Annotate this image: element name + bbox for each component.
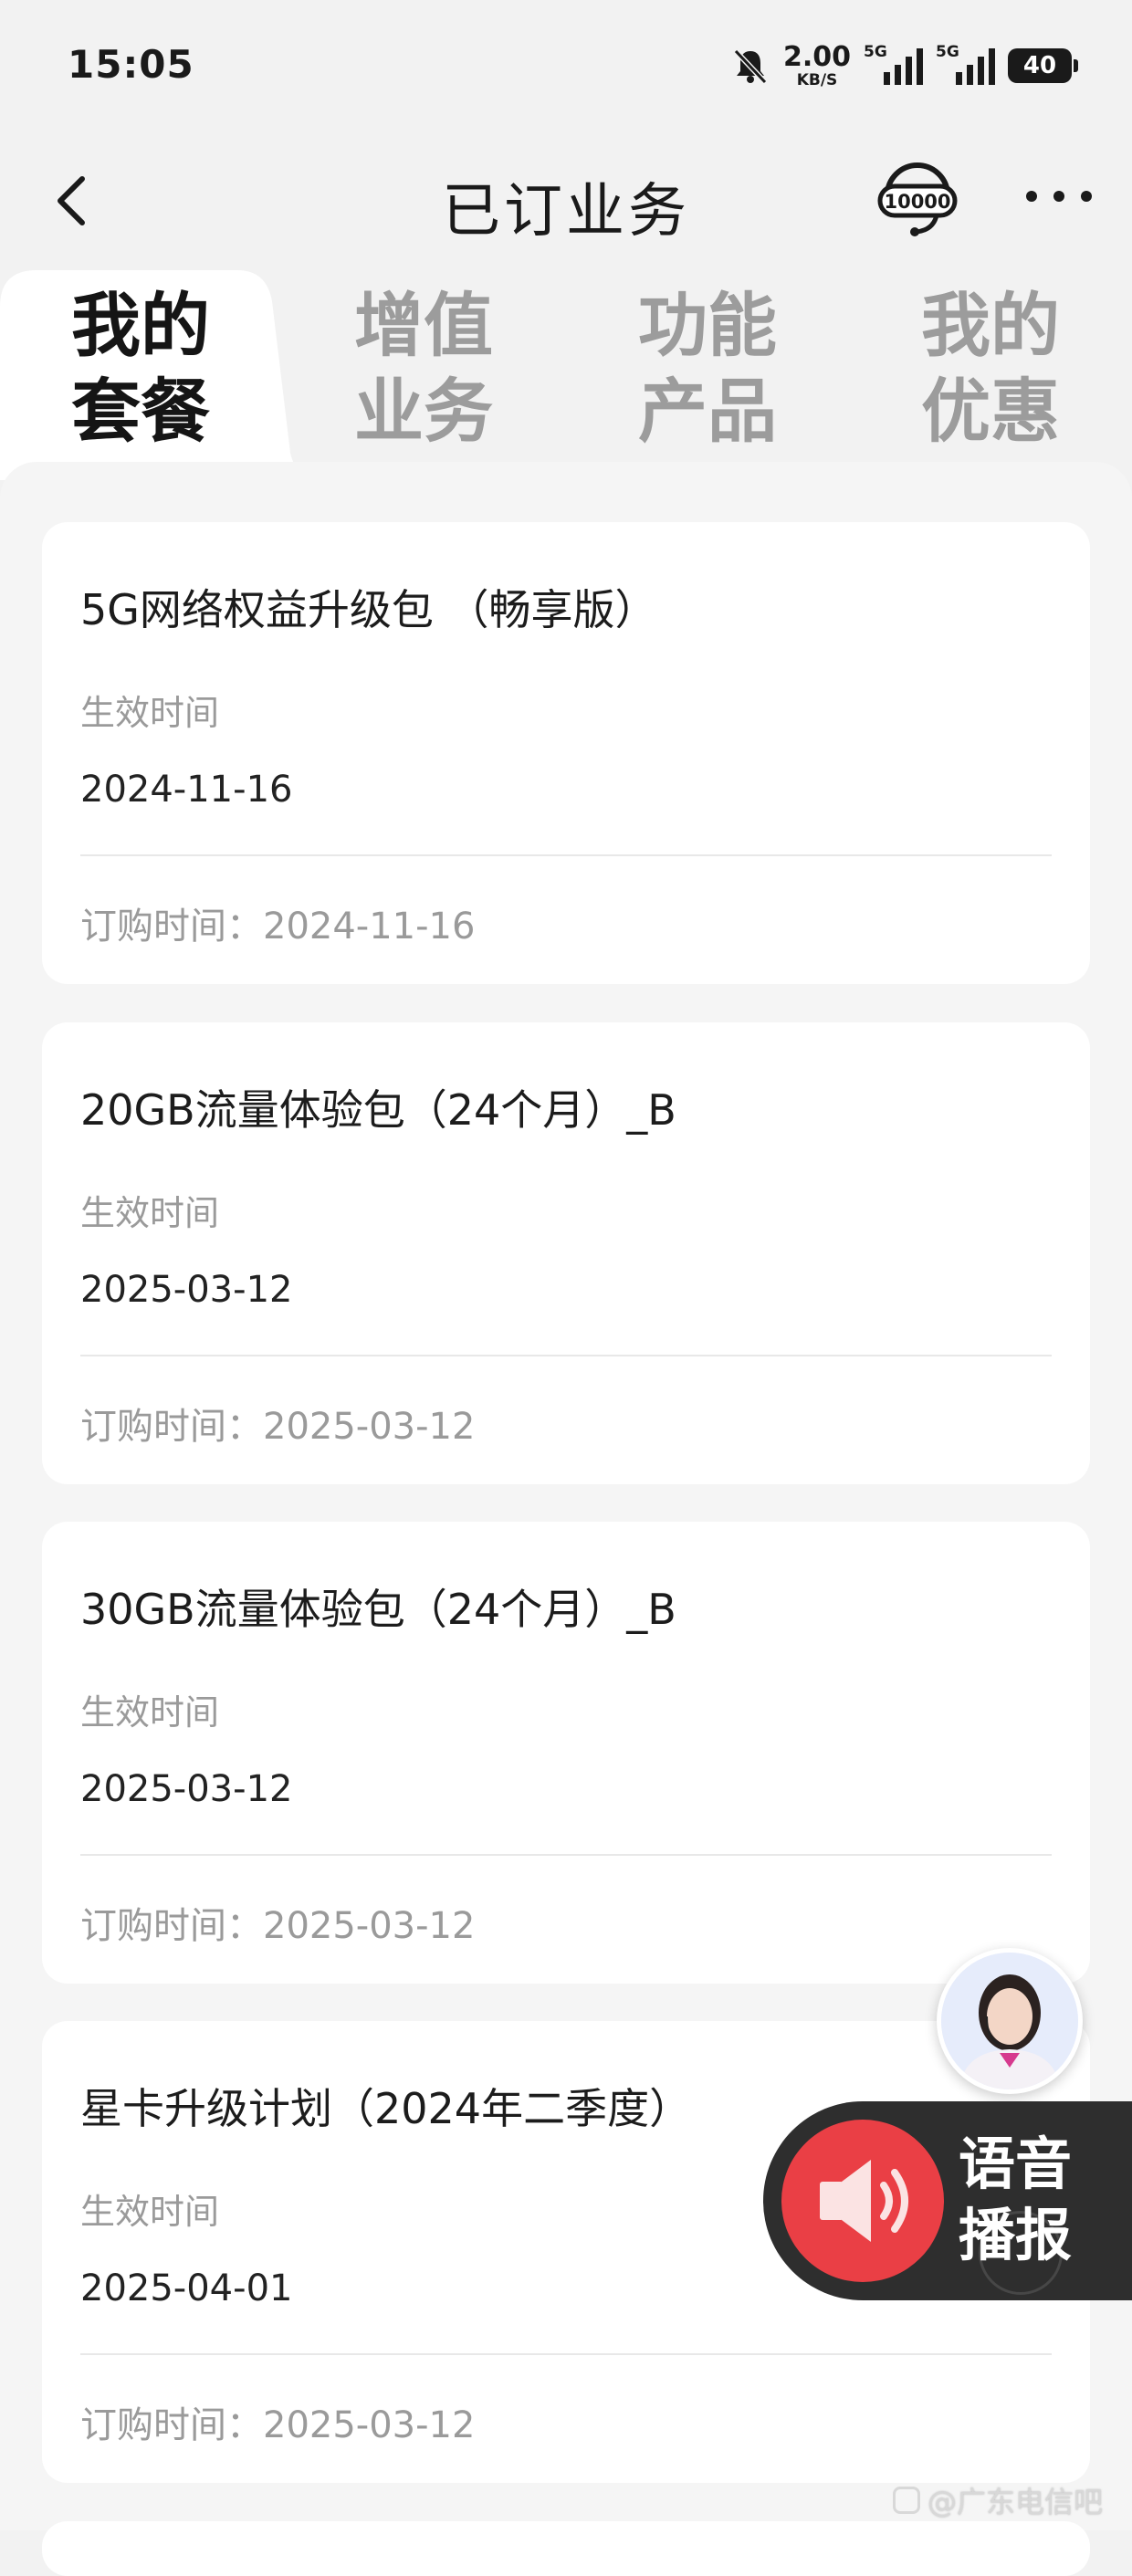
tab-label: 产品 (638, 371, 777, 452)
hotline-label: 10000 (884, 191, 950, 213)
card-title: 20GB流量体验包（24个月）_B (80, 1085, 676, 1135)
hotline-button[interactable]: 10000 (876, 157, 959, 239)
signal-type-label: 5G (864, 43, 887, 61)
effective-time-label: 生效时间 (80, 1692, 220, 1733)
voice-label-line: 播报 (959, 2202, 1073, 2268)
watermark: @广东电信吧 (893, 2479, 1103, 2521)
tab-label: 套餐 (71, 371, 210, 452)
tab-feature-products[interactable]: 功能 产品 (616, 283, 799, 455)
tab-label: 增值 (354, 285, 493, 366)
tab-label: 优惠 (921, 371, 1060, 452)
tab-bar: 我的 套餐 增值 业务 功能 产品 我的 优惠 (0, 270, 1132, 480)
tab-label: 我的 (71, 285, 210, 366)
order-time: 订购时间：2025-03-12 (80, 2404, 476, 2446)
subscription-card-partial[interactable] (42, 2521, 1090, 2576)
dot (1081, 191, 1092, 202)
divider (80, 2353, 1052, 2355)
watermark-text: @广东电信吧 (928, 2485, 1104, 2519)
effective-date: 2025-03-12 (80, 1269, 293, 1311)
order-time: 订购时间：2025-03-12 (80, 1406, 476, 1448)
assistant-portrait-icon (941, 1953, 1078, 2089)
tab-label: 功能 (638, 285, 777, 366)
tab-value-added-services[interactable]: 增值 业务 (332, 283, 515, 455)
effective-time-label: 生效时间 (80, 693, 220, 733)
subscription-card[interactable]: 30GB流量体验包（24个月）_B 生效时间 2025-03-12 订购时间：2… (42, 1522, 1090, 1984)
signal-icon: 5G (864, 43, 923, 85)
signal-icon: 5G (936, 43, 995, 85)
effective-date: 2024-11-16 (80, 769, 293, 811)
voice-broadcast-panel[interactable]: 语音 播报 (763, 2101, 1132, 2300)
card-title: 星卡升级计划（2024年二季度） (80, 2084, 692, 2133)
subscription-card[interactable]: 5G网络权益升级包 （畅享版） 生效时间 2024-11-16 订购时间：202… (42, 522, 1090, 984)
dot (1053, 191, 1064, 202)
status-bar: 15:05 2.00 KB/S 5G 5G 40 (0, 0, 1132, 137)
voice-label-line: 语音 (959, 2131, 1073, 2197)
divider (80, 1854, 1052, 1856)
order-time: 订购时间：2024-11-16 (80, 906, 476, 948)
tab-my-offers[interactable]: 我的 优惠 (899, 283, 1082, 455)
status-icons: 2.00 KB/S 5G 5G 40 (730, 40, 1078, 91)
tab-label: 业务 (354, 371, 493, 452)
headset-icon: 10000 (877, 162, 958, 236)
effective-time-label: 生效时间 (80, 2192, 220, 2232)
speaker-icon (820, 2160, 908, 2242)
page-title: 已订业务 (442, 178, 690, 246)
voice-broadcast-button[interactable] (781, 2120, 944, 2282)
divider (80, 854, 1052, 856)
speed-unit: KB/S (796, 70, 838, 89)
effective-date: 2025-03-12 (80, 1768, 293, 1810)
voice-broadcast-label: 语音 播报 (959, 2129, 1086, 2271)
more-options-button[interactable] (1026, 183, 1092, 210)
status-time: 15:05 (68, 42, 194, 87)
assistant-avatar[interactable] (937, 1948, 1083, 2094)
watermark-logo-icon (893, 2487, 920, 2514)
signal-type-label: 5G (936, 43, 959, 61)
mute-bell-icon (733, 48, 768, 85)
tab-label: 我的 (921, 285, 1060, 366)
speed-value: 2.00 (782, 40, 851, 73)
battery-icon: 40 (1008, 48, 1078, 83)
tab-my-plan[interactable]: 我的 套餐 (49, 283, 232, 455)
subscription-card[interactable]: 20GB流量体验包（24个月）_B 生效时间 2025-03-12 订购时间：2… (42, 1022, 1090, 1484)
network-speed: 2.00 KB/S (782, 40, 851, 89)
nav-bar: 已订业务 10000 (0, 137, 1132, 265)
divider (80, 1355, 1052, 1356)
effective-date: 2025-04-01 (80, 2267, 293, 2309)
card-title: 5G网络权益升级包 （畅享版） (80, 585, 657, 634)
effective-time-label: 生效时间 (80, 1193, 220, 1233)
dot (1026, 191, 1037, 202)
card-title: 30GB流量体验包（24个月）_B (80, 1585, 676, 1634)
order-time: 订购时间：2025-03-12 (80, 1905, 476, 1947)
battery-level: 40 (1022, 52, 1057, 79)
